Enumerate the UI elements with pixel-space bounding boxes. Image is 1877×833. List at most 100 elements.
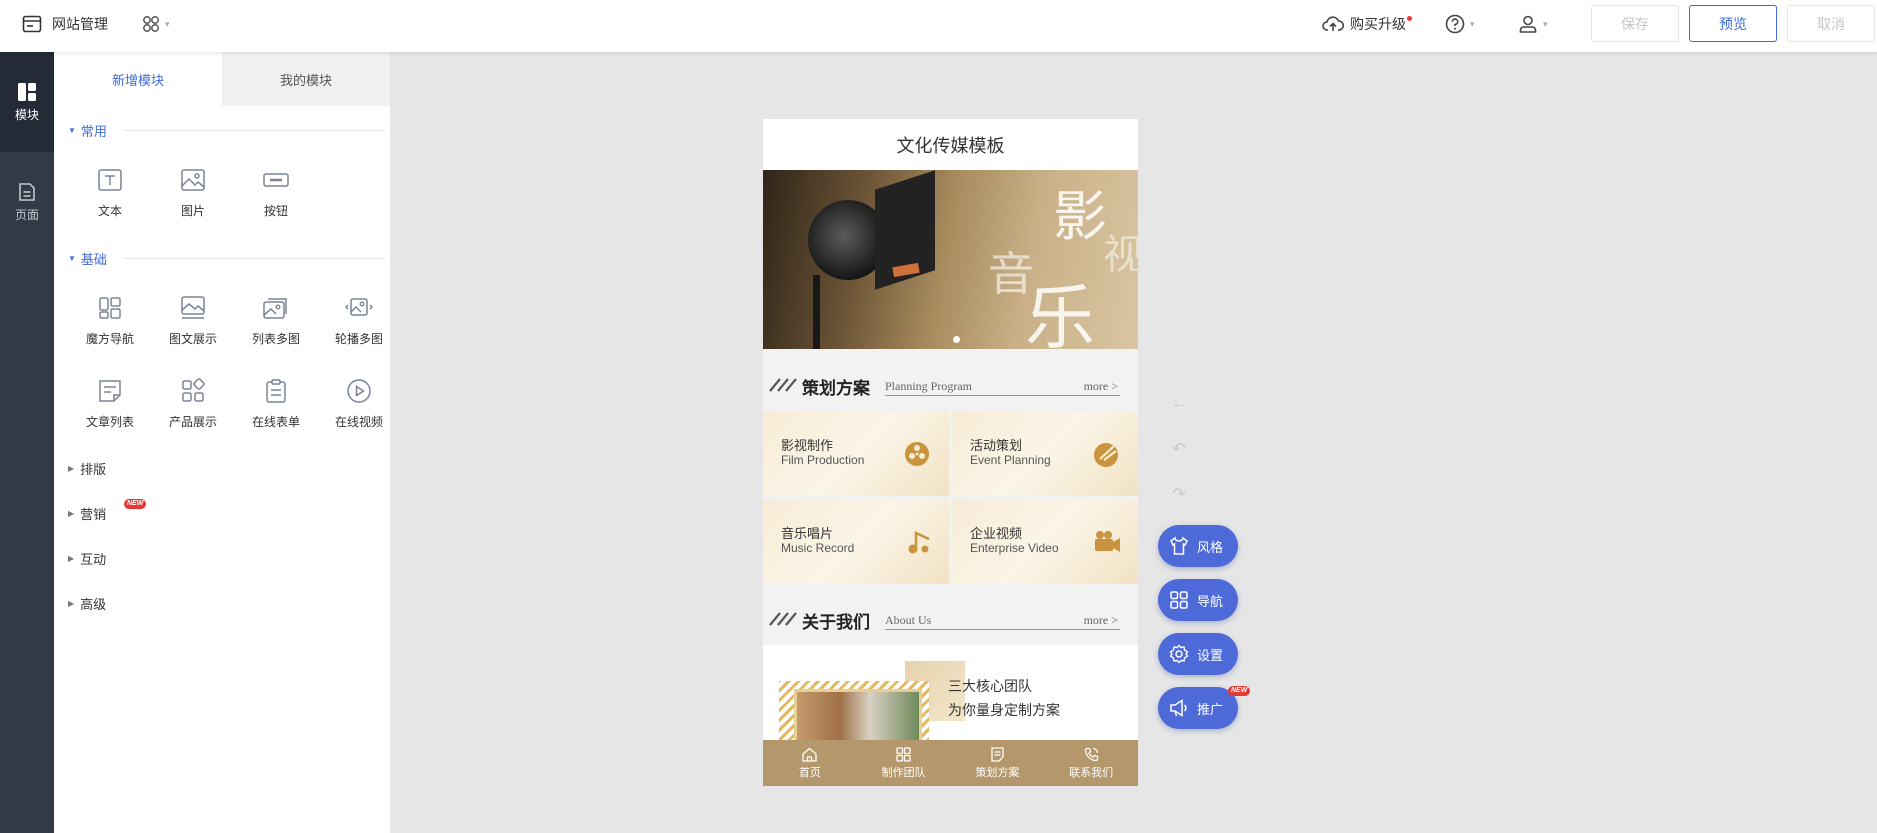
section-common-header[interactable]: ▼ 常用 <box>68 120 388 140</box>
caret-right-icon: ▶ <box>68 598 75 608</box>
plan-card-subtitle: Enterprise Video <box>970 541 1059 555</box>
plan-card-title: 音乐唱片 <box>781 526 834 541</box>
plan-card-title: 企业视频 <box>970 526 1023 541</box>
plan-card[interactable]: 活动策划 Event Planning <box>952 411 1138 496</box>
undo-icon: ↶ <box>1172 441 1186 458</box>
site-title[interactable]: 文化传媒模板 <box>763 119 1138 170</box>
component-button[interactable]: 按钮 <box>236 166 316 232</box>
plan-card-title: 影视制作 <box>781 438 834 453</box>
about-more-link[interactable]: more > <box>1084 613 1118 628</box>
site-manage-menu[interactable]: 网站管理 <box>22 13 108 35</box>
component-image-text[interactable]: 图文展示 <box>153 294 233 360</box>
component-label: 文本 <box>97 204 122 218</box>
component-carousel[interactable]: 轮播多图 <box>319 294 399 360</box>
grid-icon <box>896 747 911 762</box>
music-note-icon <box>908 531 930 554</box>
plan-card[interactable]: 企业视频 Enterprise Video <box>952 499 1138 584</box>
megaphone-icon <box>1170 699 1187 717</box>
clipboard-icon <box>266 379 286 403</box>
component-article-list[interactable]: 文章列表 <box>70 377 150 443</box>
preview-button[interactable]: 预览 <box>1689 5 1777 42</box>
help-menu[interactable]: ▾ <box>1445 12 1475 36</box>
component-list-images[interactable]: 列表多图 <box>236 294 316 360</box>
component-image[interactable]: 图片 <box>153 166 233 232</box>
component-magic-nav[interactable]: 魔方导航 <box>70 294 150 360</box>
text-icon <box>98 169 122 191</box>
banner-char: 影 <box>1053 185 1107 248</box>
about-section-header[interactable]: 关于我们 About Us more > <box>763 593 1138 645</box>
plan-card-subtitle: Event Planning <box>970 453 1051 467</box>
slashes-icon <box>769 612 797 626</box>
film-reel-icon <box>905 442 929 466</box>
caret-right-icon: ▶ <box>68 553 75 563</box>
nav-item-contact[interactable]: 联系我们 <box>1044 740 1138 786</box>
list-images-icon <box>263 298 287 319</box>
home-icon <box>802 747 818 762</box>
section-advanced-header[interactable]: ▶ 高级 <box>68 593 106 613</box>
redo-icon: ↷ <box>1172 486 1186 503</box>
apps-menu[interactable]: ▾ <box>142 13 170 35</box>
plan-card-title: 活动策划 <box>970 438 1023 453</box>
component-label: 轮播多图 <box>334 332 383 346</box>
about-subtitle: About Us <box>885 613 932 627</box>
settings-button[interactable]: 设置 <box>1158 633 1238 675</box>
nav-item-team[interactable]: 制作团队 <box>857 740 951 786</box>
upgrade-label: 购买升级 <box>1350 14 1412 34</box>
section-common-title: 常用 <box>80 123 107 139</box>
tab-my-module[interactable]: 我的模块 <box>222 52 390 106</box>
nav-item-home[interactable]: 首页 <box>763 740 857 786</box>
rail-item-pages[interactable]: 页面 <box>0 152 54 252</box>
new-badge: NEW <box>1228 686 1251 696</box>
modules-icon <box>18 82 36 101</box>
divider <box>124 130 386 131</box>
user-menu[interactable]: ▾ <box>1518 12 1548 36</box>
style-button[interactable]: 风格 <box>1158 525 1238 567</box>
plan-grid: 影视制作 Film Production 活动策划 Event Planning… <box>763 411 1138 584</box>
section-interactive-header[interactable]: ▶ 互动 <box>68 548 106 568</box>
plan-card-subtitle: Music Record <box>781 541 855 555</box>
plan-card[interactable]: 音乐唱片 Music Record <box>763 499 949 584</box>
component-online-video[interactable]: 在线视频 <box>319 377 399 443</box>
save-button[interactable]: 保存 <box>1591 5 1679 42</box>
upgrade-text: 购买升级 <box>1350 16 1406 32</box>
plan-title: 策划方案 <box>802 379 870 398</box>
document-icon <box>991 747 1004 762</box>
about-content[interactable]: 三大核心团队 为你量身定制方案 <box>763 645 1138 751</box>
grid-icon <box>1170 591 1188 609</box>
carousel-dot[interactable] <box>953 336 960 343</box>
nav-label: 制作团队 <box>881 767 926 779</box>
tab-add-module[interactable]: 新增模块 <box>54 52 222 106</box>
nav-item-plan[interactable]: 策划方案 <box>951 740 1045 786</box>
phone-preview[interactable]: 文化传媒模板 影 视 音 乐 策划方案 Planning Program mor… <box>763 119 1138 786</box>
component-product-display[interactable]: 产品展示 <box>153 377 233 443</box>
section-basic-header[interactable]: ▼ 基础 <box>68 248 388 268</box>
section-layout-header[interactable]: ▶ 排版 <box>68 458 106 478</box>
rail-item-modules[interactable]: 模块 <box>0 52 54 152</box>
section-marketing-header[interactable]: ▶ 营销 NEW <box>68 499 147 523</box>
phone-icon <box>1084 747 1098 762</box>
banner-image[interactable]: 影 视 音 乐 <box>763 170 1138 349</box>
promote-label: 推广 <box>1197 701 1224 717</box>
shirt-icon <box>1170 536 1188 555</box>
undo-button[interactable]: ↶ <box>1169 439 1189 459</box>
cancel-button[interactable]: 取消 <box>1787 5 1875 42</box>
plan-section-header[interactable]: 策划方案 Planning Program more > <box>763 359 1138 411</box>
plan-card[interactable]: 影视制作 Film Production <box>763 411 949 496</box>
component-label: 在线表单 <box>251 415 300 429</box>
article-list-icon <box>99 380 121 402</box>
new-badge: NEW <box>124 499 147 509</box>
upgrade-button[interactable]: 购买升级 <box>1322 12 1412 36</box>
component-online-form[interactable]: 在线表单 <box>236 377 316 443</box>
button-icon <box>263 173 289 187</box>
promote-button[interactable]: 推广 NEW <box>1158 686 1251 729</box>
panel-tabs: 新增模块 我的模块 <box>54 52 390 106</box>
plan-more-link[interactable]: more > <box>1084 379 1118 394</box>
nav-button[interactable]: 导航 <box>1158 579 1238 621</box>
caret-right-icon: ▶ <box>68 508 75 518</box>
section-title: 营销 <box>80 506 107 522</box>
nav-label: 联系我们 <box>1069 767 1114 779</box>
component-text[interactable]: 文本 <box>70 166 150 232</box>
redo-button[interactable]: ↷ <box>1169 484 1189 504</box>
back-button[interactable]: ← <box>1169 394 1189 414</box>
play-circle-icon <box>347 379 371 403</box>
